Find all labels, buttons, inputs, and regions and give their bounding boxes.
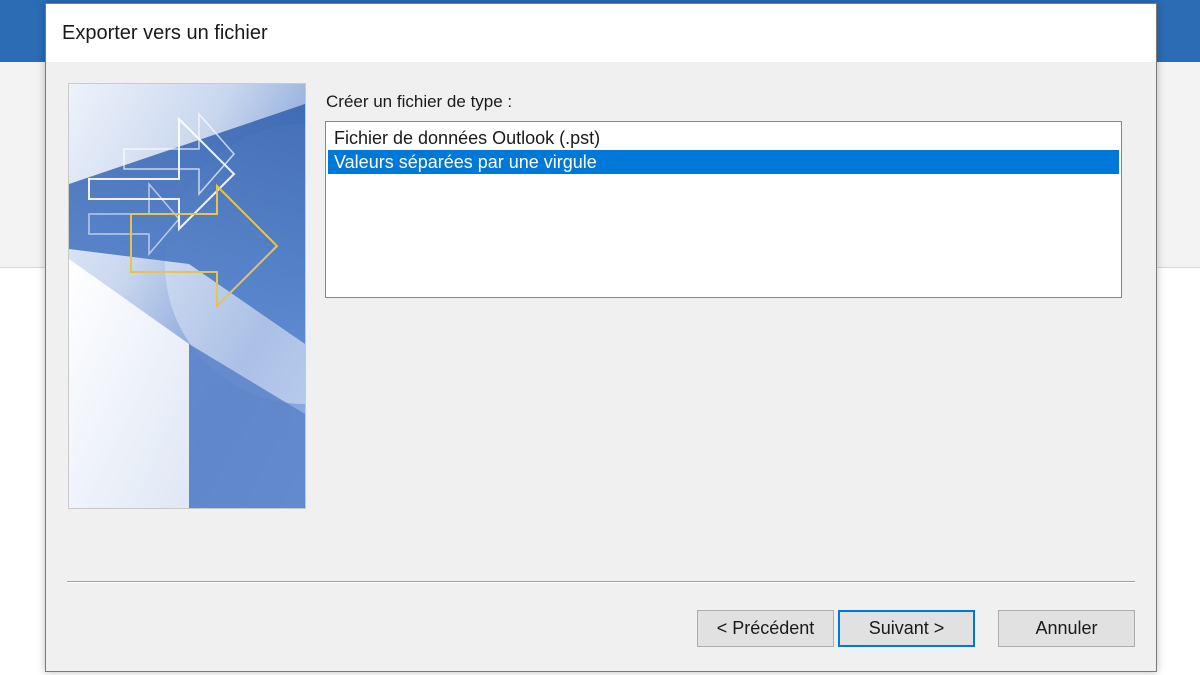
export-arrows-graphic-icon [69, 84, 305, 508]
dialog-title: Exporter vers un fichier [62, 22, 268, 44]
list-item-csv[interactable]: Valeurs séparées par une virgule [328, 150, 1119, 174]
wizard-graphic [68, 83, 306, 509]
back-button[interactable]: < Précédent [697, 610, 834, 647]
background-navigation [0, 268, 45, 675]
dialog-separator [67, 581, 1135, 583]
list-item-outlook-pst[interactable]: Fichier de données Outlook (.pst) [328, 126, 1119, 150]
file-type-prompt-label: Créer un fichier de type : [326, 92, 513, 111]
list-item-label: Fichier de données Outlook (.pst) [334, 128, 601, 148]
dialog-titlebar: Exporter vers un fichier [46, 4, 1156, 62]
export-to-file-dialog: Exporter vers un fichier Créer un fichie… [45, 3, 1157, 672]
cancel-button[interactable]: Annuler [998, 610, 1135, 647]
file-type-listbox[interactable]: Fichier de données Outlook (.pst) Valeur… [325, 121, 1122, 298]
list-item-label: Valeurs séparées par une virgule [334, 152, 597, 172]
next-button[interactable]: Suivant > [838, 610, 975, 647]
